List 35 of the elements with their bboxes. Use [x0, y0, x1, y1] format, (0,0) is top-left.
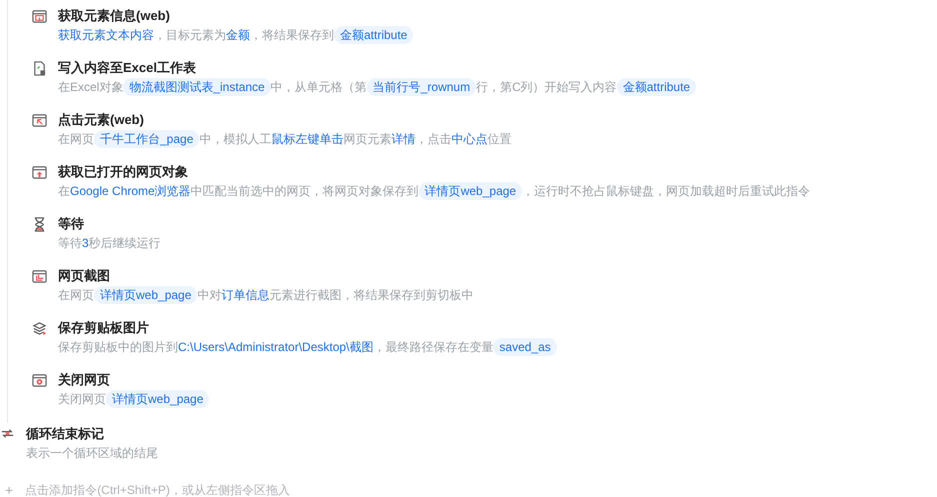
variable-tag[interactable]: 详情页web_page [418, 182, 522, 200]
variable-tag[interactable]: 金额attribute [334, 26, 414, 44]
variable-tag[interactable]: 金额attribute [616, 78, 696, 96]
variable-tag[interactable]: 当前行号_rownum [366, 78, 476, 96]
step-description: 保存剪贴板中的图片到C:\Users\Administrator\Desktop\截图，最终路径保存在变量 saved_as [58, 337, 557, 357]
step-description: 等待3秒后继续运行 [58, 235, 161, 252]
step-title[interactable]: 写入内容至Excel工作表 [58, 59, 696, 77]
step-description: 在Excel对象 物流截图测试表_instance 中，从单元格（第 当前行号_rownum 行，第C列）开始写入内容 金额attribute [58, 77, 696, 97]
browser-window-icon [32, 269, 47, 284]
step-title[interactable]: 获取元素信息(web) [58, 7, 414, 25]
variable-tag[interactable]: 详情页web_page [94, 286, 198, 304]
variable-tag[interactable]: 详情页web_page [106, 390, 210, 408]
step-description: 在网页 详情页web_page 中对订单信息元素进行截图，将结果保存到剪切板中 [58, 285, 474, 305]
variable-tag[interactable]: 物流截图测试表_instance [123, 78, 271, 96]
browser-window-icon [32, 165, 47, 180]
step-description: 表示一个循环区域的结尾 [26, 445, 158, 462]
step-title[interactable]: 循环结束标记 [26, 425, 158, 443]
variable-tag[interactable]: saved_as [493, 338, 557, 356]
layers-icon [32, 321, 47, 336]
step-description: 关闭网页 详情页web_page [58, 389, 210, 409]
step-title[interactable]: 点击元素(web) [58, 111, 512, 129]
step-title[interactable]: 关闭网页 [58, 371, 210, 389]
hourglass-icon [32, 217, 47, 232]
browser-window-icon [32, 373, 47, 388]
step-title[interactable]: 网页截图 [58, 267, 474, 285]
step-title[interactable]: 获取已打开的网页对象 [58, 163, 810, 181]
variable-tag[interactable]: 千牛工作台_page [94, 130, 200, 148]
step-description: 在网页 千牛工作台_page 中，模拟人工鼠标左键单击网页元素详情，点击中心点位置 [58, 129, 512, 149]
step-title[interactable]: 等待 [58, 215, 161, 233]
step-description: 在Google Chrome浏览器中匹配当前选中的网页，将网页对象保存到 详情页web_page ，运行时不抢占鼠标键盘，网页加载超时后重试此指令 [58, 181, 810, 201]
browser-window-icon [32, 9, 47, 24]
browser-window-icon [32, 113, 47, 128]
step-title[interactable]: 保存剪贴板图片 [58, 319, 557, 337]
spreadsheet-file-icon [32, 61, 47, 76]
step-description: 获取元素文本内容，目标元素为金额，将结果保存到 金额attribute [58, 25, 414, 45]
